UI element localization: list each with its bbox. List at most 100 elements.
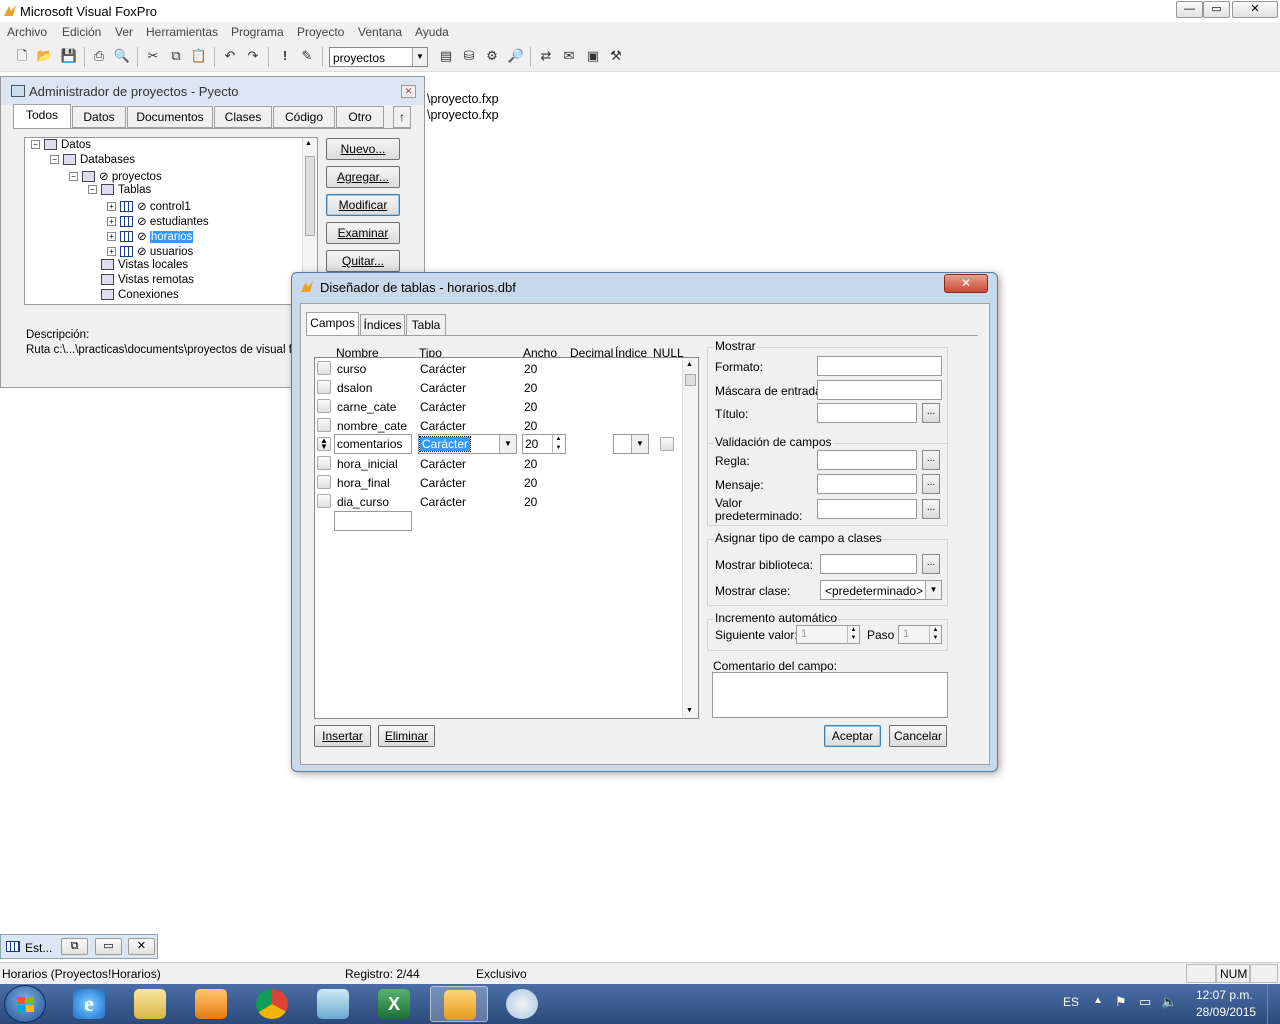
tree-item[interactable]: − Databases [50,154,135,169]
tree-item[interactable]: + ⊘ horarios [107,229,194,244]
tree-item[interactable]: − Tablas [88,184,151,199]
action-center-icon[interactable]: ⚑ [1115,994,1127,1010]
grid-scrollbar[interactable]: ▲ ▼ [682,358,698,718]
redo-icon[interactable]: ↷ [244,47,262,65]
minimize-button[interactable]: — [1176,1,1203,18]
modify-button[interactable]: Modificar [326,194,400,216]
volume-icon[interactable]: 🔈 [1161,994,1177,1010]
row-mover-icon[interactable]: ▲ ▼ [317,437,331,451]
copy-icon[interactable]: ⧉ [167,47,185,65]
field-row[interactable]: nombre_cate Carácter 20 [315,416,685,435]
report-preview-icon[interactable]: 🔎 [507,47,525,65]
field-row[interactable]: ▲ ▼ comentarios Carácter ▼ 20 ▲ ▼ ▼ [315,434,685,454]
modify-form-icon[interactable]: ✎ [298,47,316,65]
caption-input[interactable] [817,403,917,423]
open-folder-icon[interactable]: 📂 [36,47,54,65]
field-width-spinner[interactable]: 20 ▲ ▼ [522,434,566,454]
tree-item[interactable]: Vistas remotas [88,274,194,289]
taskbar-chrome[interactable] [243,986,301,1022]
tree-expander-icon[interactable]: − [31,140,40,150]
taskbar-foxpro[interactable] [430,986,488,1022]
menu-herramientas[interactable]: Herramientas [146,25,218,39]
chevron-down-icon[interactable]: ▼ [631,435,648,453]
row-selector[interactable] [317,494,331,508]
tray-expand-icon[interactable]: ▲ [1093,995,1103,1006]
default-value-input[interactable] [817,499,917,519]
tree-item[interactable]: − Datos [31,139,91,154]
menu-programa[interactable]: Programa [231,25,284,39]
row-selector[interactable] [317,475,331,489]
save-icon[interactable]: 💾 [60,47,78,65]
tree-item[interactable]: + ⊘ control1 [107,199,191,214]
tree-item[interactable]: + ⊘ estudiantes [107,214,209,229]
field-index-combo[interactable]: ▼ [613,434,649,454]
form-wizard-icon[interactable]: ⚙ [483,47,501,65]
tab-documentos[interactable]: Documentos [127,106,213,128]
cut-icon[interactable]: ✂ [144,47,162,65]
start-button[interactable] [4,985,46,1023]
show-desktop-button[interactable] [1267,984,1280,1024]
add-button[interactable]: Agregar... [326,166,400,188]
tree-item-selected[interactable]: horarios [149,231,194,243]
fields-grid[interactable]: curso Carácter 20 dsalon Carácter 20 carne_cat… [314,357,699,719]
taskbar-excel[interactable]: X [365,986,423,1022]
taskbar-media-player[interactable] [182,986,240,1022]
project-manager-titlebar[interactable]: Administrador de proyectos - Pyecto ✕ [1,77,424,105]
clock-time[interactable]: 12:07 p.m. [1196,988,1253,1002]
command-window-icon[interactable]: ▤ [437,47,455,65]
cancel-button[interactable]: Cancelar [889,725,947,747]
menu-ventana[interactable]: Ventana [358,25,402,39]
menu-ver[interactable]: Ver [115,25,133,39]
minimized-browse-window[interactable]: Est... ⧉ ▭ ✕ [0,934,158,959]
tree-expander-icon[interactable]: + [107,217,116,227]
spinner-arrows-icon[interactable]: ▲ ▼ [847,626,859,643]
collapse-button[interactable]: ↑ [393,106,411,128]
print-icon[interactable]: ⎙ [90,47,108,65]
delete-button[interactable]: Eliminar [378,725,435,747]
row-selector[interactable] [317,456,331,470]
tab-campos[interactable]: Campos [306,312,359,336]
step-spinner[interactable]: 1 ▲ ▼ [898,625,942,644]
chevron-down-icon[interactable]: ▼ [499,435,516,453]
remove-button[interactable]: Quitar... [326,250,400,272]
chevron-down-icon[interactable]: ▼ [412,48,427,66]
ok-button[interactable]: Aceptar [824,725,881,747]
toolbox-icon[interactable]: ✉ [560,47,578,65]
field-row[interactable]: carne_cate Carácter 20 [315,397,685,416]
rule-browse-button[interactable]: ... [922,450,940,470]
close-icon[interactable]: ✕ [128,938,155,955]
library-input[interactable] [820,554,917,574]
field-row[interactable]: hora_inicial Carácter 20 [315,454,685,473]
tab-otro[interactable]: Otro [336,106,384,128]
tree-expander-icon[interactable]: + [107,232,116,242]
field-name-input[interactable]: comentarios [334,434,412,454]
insert-button[interactable]: Insertar [314,725,371,747]
tree-item[interactable]: − ⊘ proyectos [69,169,162,184]
tree-expander-icon[interactable]: + [107,202,116,212]
dialog-close-button[interactable]: ✕ [944,274,988,293]
tree-expander-icon[interactable]: − [69,172,78,182]
chevron-down-icon[interactable]: ▼ [925,581,941,599]
tree-item[interactable]: Conexiones [88,289,179,304]
network-icon[interactable]: ▭ [1139,994,1151,1010]
taskbar-app[interactable] [304,986,362,1022]
close-button[interactable]: ✕ [1232,1,1278,18]
menu-proyecto[interactable]: Proyecto [297,25,344,39]
comment-textarea[interactable] [712,672,948,718]
new-button[interactable]: Nuevo... [326,138,400,160]
tree-expander-icon[interactable]: + [107,247,116,257]
library-browse-button[interactable]: ... [922,554,940,574]
task-pane-icon[interactable]: ▣ [584,47,602,65]
tab-todos[interactable]: Todos [13,104,71,128]
format-input[interactable] [817,356,942,376]
next-value-spinner[interactable]: 1 ▲ ▼ [796,625,860,644]
taskbar-explorer[interactable] [121,986,179,1022]
menu-ayuda[interactable]: Ayuda [415,25,449,39]
project-tree[interactable]: − Datos − Databases − ⊘ proyectos − Tablas + ⊘ co… [24,137,318,305]
taskbar-internet-explorer[interactable]: e [60,986,118,1022]
caption-browse-button[interactable]: ... [922,403,940,423]
menu-archivo[interactable]: Archivo [7,25,47,39]
data-session-icon[interactable]: ⛁ [460,47,478,65]
row-selector[interactable] [317,361,331,375]
undo-icon[interactable]: ↶ [221,47,239,65]
